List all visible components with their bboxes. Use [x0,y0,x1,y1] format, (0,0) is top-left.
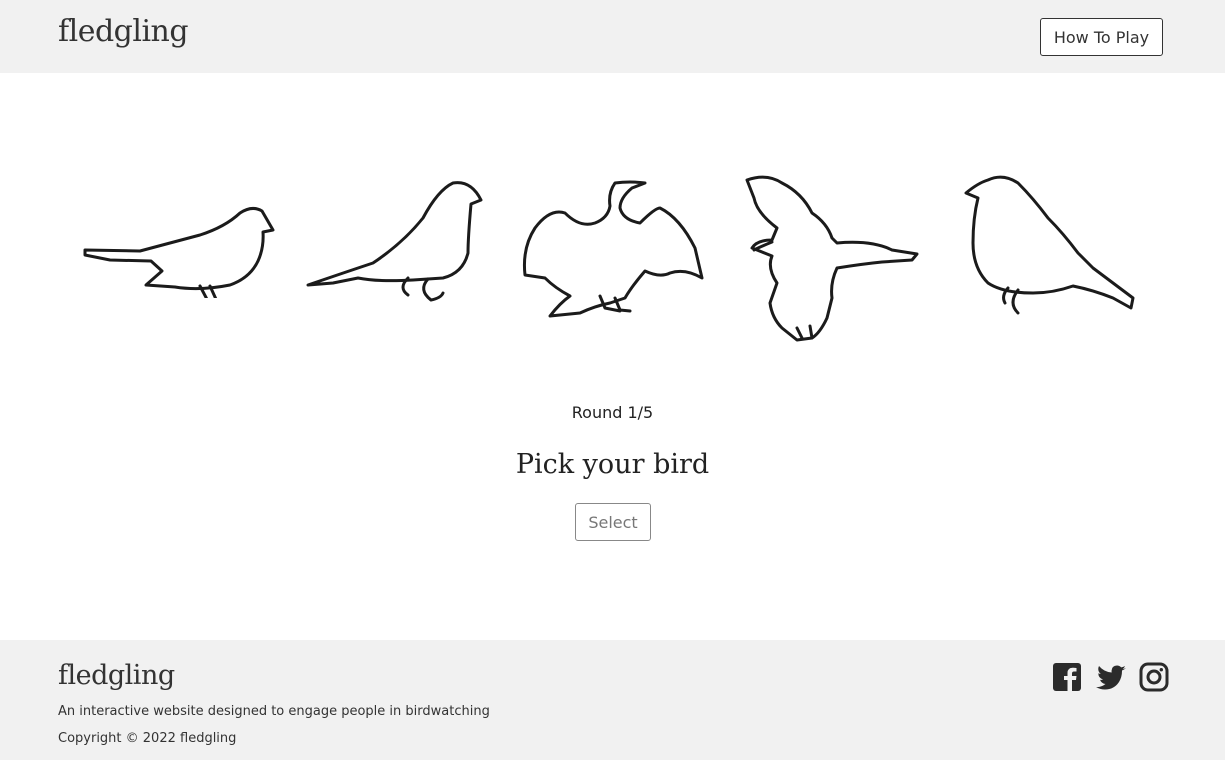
game-area: Round 1/5 Pick your bird Select [0,73,1225,640]
site-logo[interactable]: fledgling [58,14,189,49]
bird-option-2[interactable] [303,178,488,303]
how-to-play-button[interactable]: How To Play [1040,18,1163,56]
site-header: fledgling How To Play [0,0,1225,73]
site-footer: fledgling An interactive website designe… [0,640,1225,760]
bird-option-3[interactable] [520,178,710,318]
bird-options [0,175,1225,368]
bird-option-4[interactable] [742,168,922,343]
footer-logo: fledgling [58,660,175,691]
bird-option-1[interactable] [80,183,280,298]
select-button[interactable]: Select [575,503,651,541]
footer-copyright: Copyright © 2022 fledgling [58,731,237,746]
facebook-icon[interactable] [1052,662,1082,692]
round-indicator: Round 1/5 [571,403,654,422]
page-title: Pick your bird [515,449,710,480]
instagram-icon[interactable] [1139,662,1169,692]
twitter-icon[interactable] [1095,662,1127,692]
bird-option-5[interactable] [963,168,1143,328]
footer-tagline: An interactive website designed to engag… [58,704,490,719]
